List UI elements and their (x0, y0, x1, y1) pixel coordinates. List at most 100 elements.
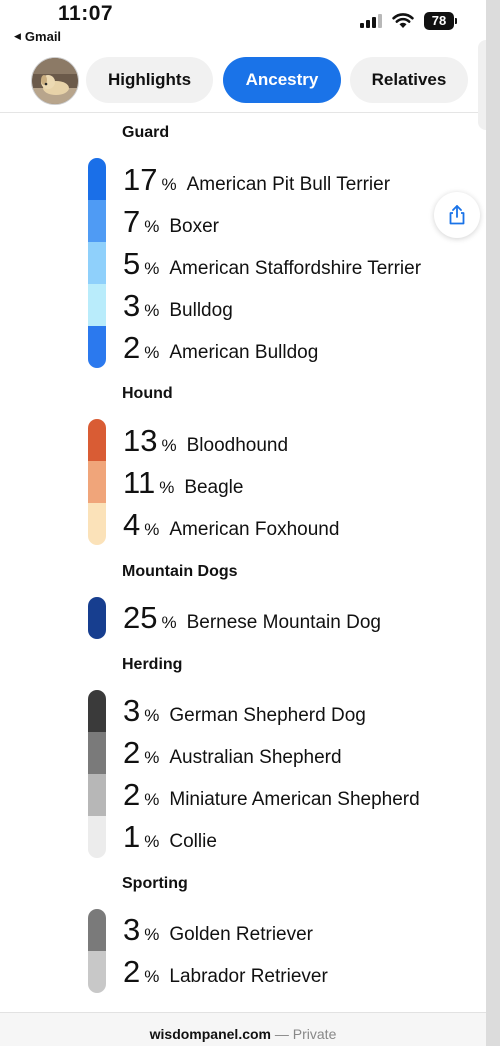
bar-segment (88, 461, 106, 503)
percent-sign: % (161, 175, 177, 194)
breed-row[interactable]: 11 % Beagle (123, 467, 243, 499)
breed-percent: 5 (123, 246, 141, 281)
side-panel-edge (478, 40, 486, 130)
breed-row[interactable]: 2 % Labrador Retriever (123, 956, 328, 988)
share-icon (449, 205, 465, 225)
percent-sign: % (159, 478, 175, 497)
group-title-sporting: Sporting (122, 875, 188, 892)
group-title-herding: Herding (122, 656, 183, 673)
breed-row[interactable]: 1 % Collie (123, 821, 217, 853)
breed-percent: 2 (123, 330, 141, 365)
breed-row[interactable]: 3 % Bulldog (123, 290, 233, 322)
signal-icon (360, 14, 382, 28)
group-title-hound: Hound (122, 385, 173, 402)
breed-percent: 4 (123, 507, 141, 542)
breed-name: American Foxhound (169, 519, 340, 540)
breed-name: Beagle (184, 477, 244, 498)
wifi-icon (392, 13, 414, 28)
breed-percent: 11 (123, 465, 156, 500)
app-screen: 11:07 ◀ Gmail 78 Highlights Ancestry Rel… (0, 0, 486, 1046)
breed-row[interactable]: 17 % American Pit Bull Terrier (123, 164, 390, 196)
site-domain: wisdompanel.com (149, 1026, 271, 1042)
back-triangle-icon: ◀ (14, 31, 21, 41)
tabs-divider (0, 112, 486, 113)
breed-name: Bulldog (169, 300, 233, 321)
breed-name: Collie (169, 831, 217, 852)
breed-name: American Bulldog (169, 342, 319, 363)
bar-segment (88, 816, 106, 858)
group-title-guard: Guard (122, 124, 170, 141)
breed-percent: 25 (123, 600, 158, 635)
breed-row[interactable]: 2 % Australian Shepherd (123, 737, 342, 769)
percent-sign: % (144, 790, 160, 809)
breed-percent: 1 (123, 819, 141, 854)
bar-segment (88, 909, 106, 951)
breed-percent: 2 (123, 954, 141, 989)
breed-row[interactable]: 2 % Miniature American Shepherd (123, 779, 420, 811)
breed-name: Miniature American Shepherd (169, 789, 420, 810)
percent-sign: % (144, 832, 160, 851)
percent-sign: % (144, 343, 160, 362)
breed-row[interactable]: 7 % Boxer (123, 206, 219, 238)
bar-segment (88, 419, 106, 461)
tab-relatives[interactable]: Relatives (350, 57, 468, 103)
breed-row[interactable]: 3 % Golden Retriever (123, 914, 313, 946)
footer-separator: — (271, 1026, 293, 1042)
breed-percent: 2 (123, 735, 141, 770)
breed-bar-guard (88, 158, 106, 368)
breed-row[interactable]: 5 % American Staffordshire Terrier (123, 248, 421, 280)
bar-segment (88, 503, 106, 545)
status-time: 11:07 (58, 2, 114, 25)
breed-bar-mountain-dogs (88, 597, 106, 639)
breed-percent: 3 (123, 693, 141, 728)
privacy-label: Private (292, 1026, 337, 1042)
battery-icon: 78 (424, 12, 457, 30)
breed-percent: 7 (123, 204, 141, 239)
percent-sign: % (144, 217, 160, 236)
bar-segment (88, 774, 106, 816)
back-to-gmail-link[interactable]: ◀ Gmail (14, 29, 61, 44)
bar-segment (88, 597, 106, 639)
breed-percent: 3 (123, 288, 141, 323)
breed-name: American Pit Bull Terrier (186, 174, 391, 195)
group-title-mountain-dogs: Mountain Dogs (122, 563, 238, 580)
percent-sign: % (144, 967, 160, 986)
breed-name: Bloodhound (186, 435, 289, 456)
breed-percent: 2 (123, 777, 141, 812)
breed-percent: 13 (123, 423, 158, 458)
share-button[interactable] (434, 192, 480, 238)
bar-segment (88, 200, 106, 242)
dog-avatar[interactable] (31, 57, 79, 105)
breed-row[interactable]: 13 % Bloodhound (123, 425, 288, 457)
tab-ancestry[interactable]: Ancestry (223, 57, 341, 103)
percent-sign: % (144, 259, 160, 278)
breed-bar-hound (88, 419, 106, 545)
tab-highlights[interactable]: Highlights (86, 57, 213, 103)
breed-name: American Staffordshire Terrier (169, 258, 422, 279)
breed-row[interactable]: 3 % German Shepherd Dog (123, 695, 366, 727)
breed-bar-sporting (88, 909, 106, 993)
bar-segment (88, 732, 106, 774)
percent-sign: % (144, 706, 160, 725)
status-icons: 78 (360, 12, 457, 30)
percent-sign: % (161, 436, 177, 455)
breed-row[interactable]: 4 % American Foxhound (123, 509, 339, 541)
bar-segment (88, 242, 106, 284)
breed-row[interactable]: 25 % Bernese Mountain Dog (123, 602, 381, 634)
breed-bar-herding (88, 690, 106, 858)
breed-name: Boxer (169, 216, 220, 237)
breed-name: Golden Retriever (169, 924, 313, 945)
percent-sign: % (144, 301, 160, 320)
bar-segment (88, 951, 106, 993)
breed-percent: 3 (123, 912, 141, 947)
browser-url-footer[interactable]: wisdompanel.com — Private (0, 1012, 486, 1046)
breed-name: Bernese Mountain Dog (186, 612, 381, 633)
breed-row[interactable]: 2 % American Bulldog (123, 332, 318, 364)
bar-segment (88, 690, 106, 732)
percent-sign: % (144, 520, 160, 539)
bar-segment (88, 284, 106, 326)
bar-segment (88, 326, 106, 368)
screen-edge (486, 0, 500, 1046)
percent-sign: % (161, 613, 177, 632)
percent-sign: % (144, 748, 160, 767)
